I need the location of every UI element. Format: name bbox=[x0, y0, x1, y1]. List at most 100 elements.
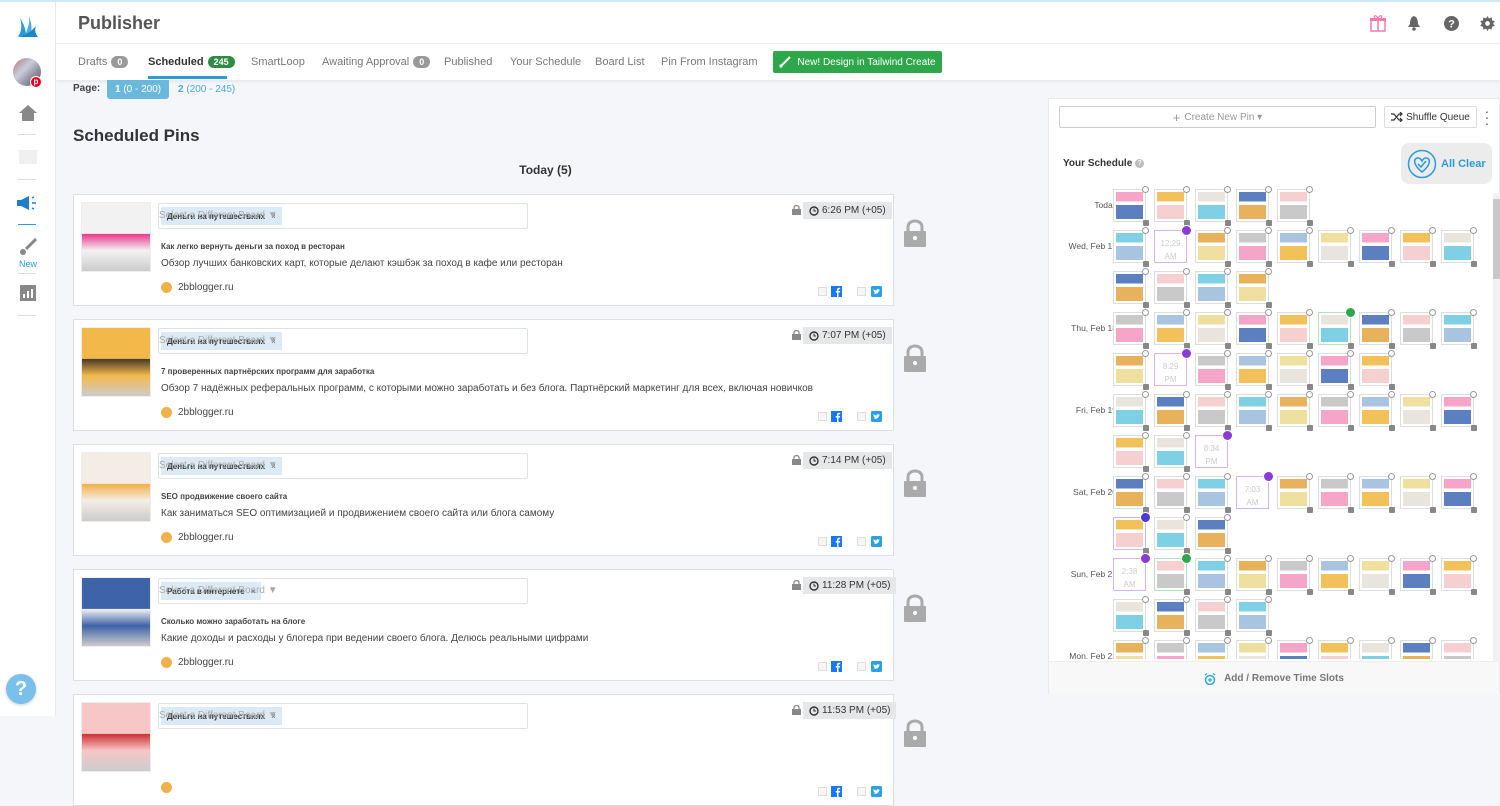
board-selector[interactable]: Деньги на путешествиях × Select a Differe… bbox=[158, 453, 528, 479]
scheduled-pin-slot[interactable] bbox=[1154, 309, 1190, 349]
remove-slot-icon[interactable] bbox=[1429, 227, 1436, 234]
remove-slot-icon[interactable] bbox=[1265, 555, 1272, 562]
remove-slot-icon[interactable] bbox=[1224, 309, 1231, 316]
brush-icon[interactable] bbox=[17, 236, 39, 258]
scheduled-pin-slot[interactable] bbox=[1236, 350, 1272, 390]
remove-slot-icon[interactable] bbox=[1470, 391, 1477, 398]
pin-source[interactable]: 2bblogger.ru bbox=[161, 657, 234, 668]
remove-slot-icon[interactable] bbox=[1142, 391, 1149, 398]
board-selector[interactable]: Работа в интернете × Select a Different B… bbox=[158, 578, 528, 604]
select-board-dropdown[interactable]: Select a Different Board ▼ bbox=[159, 335, 278, 346]
home-icon[interactable] bbox=[17, 102, 39, 124]
scheduled-pin-slot[interactable] bbox=[1236, 227, 1272, 267]
empty-time-slot[interactable]: 7:03 AM bbox=[1236, 471, 1274, 509]
remove-slot-icon[interactable] bbox=[1224, 268, 1231, 275]
scheduled-pin-slot[interactable] bbox=[1236, 596, 1272, 636]
scheduled-pin-slot[interactable] bbox=[1400, 227, 1436, 267]
scheduled-pin-slot[interactable] bbox=[1113, 512, 1151, 554]
remove-slot-icon[interactable] bbox=[1265, 596, 1272, 603]
tab-smartloop[interactable]: SmartLoop bbox=[251, 56, 305, 68]
add-remove-time-slots-button[interactable]: Add / Remove Time Slots bbox=[1049, 661, 1499, 695]
remove-slot-icon[interactable] bbox=[1306, 186, 1313, 193]
remove-slot-icon[interactable] bbox=[1142, 473, 1149, 480]
scheduled-pin-slot[interactable] bbox=[1318, 391, 1354, 431]
remove-slot-icon[interactable] bbox=[1265, 268, 1272, 275]
lock-pin-icon[interactable] bbox=[904, 719, 926, 747]
twitter-share-checkbox[interactable] bbox=[857, 787, 866, 796]
scheduled-time[interactable]: 11:53 PM (+05) bbox=[803, 702, 897, 719]
remove-slot-icon[interactable] bbox=[1347, 391, 1354, 398]
remove-slot-icon[interactable] bbox=[1183, 186, 1190, 193]
scheduled-pin-slot[interactable] bbox=[1441, 309, 1477, 349]
shuffle-queue-button[interactable]: Shuffle Queue bbox=[1384, 106, 1477, 128]
select-board-dropdown[interactable]: Select a Different Board ▼ bbox=[159, 460, 278, 471]
scheduled-time[interactable]: 7:07 PM (+05) bbox=[803, 327, 892, 344]
pin-source[interactable]: 2bblogger.ru bbox=[161, 532, 234, 543]
scheduled-pin-slot[interactable] bbox=[1441, 637, 1477, 659]
remove-slot-icon[interactable] bbox=[1388, 555, 1395, 562]
remove-slot-icon[interactable] bbox=[1429, 309, 1436, 316]
scheduled-pin-slot[interactable] bbox=[1154, 391, 1190, 431]
remove-slot-icon[interactable] bbox=[1224, 555, 1231, 562]
remove-slot-icon[interactable] bbox=[1388, 227, 1395, 234]
gift-icon[interactable] bbox=[1369, 14, 1387, 32]
bell-icon[interactable] bbox=[1405, 14, 1423, 32]
remove-slot-icon[interactable] bbox=[1142, 596, 1149, 603]
scheduled-pin-slot[interactable] bbox=[1236, 309, 1272, 349]
scheduled-pin-slot[interactable] bbox=[1113, 432, 1149, 472]
scheduled-pin-slot[interactable] bbox=[1400, 309, 1436, 349]
scheduled-time[interactable]: 11:28 PM (+05) bbox=[803, 577, 897, 594]
scheduled-pin-slot[interactable] bbox=[1195, 186, 1231, 226]
remove-slot-icon[interactable] bbox=[1429, 637, 1436, 644]
scheduled-pin-slot[interactable] bbox=[1113, 186, 1149, 226]
scheduled-pin-slot[interactable] bbox=[1154, 268, 1190, 308]
info-icon[interactable]: ? bbox=[1135, 159, 1145, 168]
remove-slot-icon[interactable] bbox=[1183, 432, 1190, 439]
empty-time-slot[interactable]: 12:29 AM bbox=[1154, 225, 1192, 263]
remove-slot-icon[interactable] bbox=[1388, 637, 1395, 644]
scheduled-pin-slot[interactable] bbox=[1113, 473, 1149, 513]
empty-time-slot[interactable]: 8:29 PM bbox=[1154, 348, 1192, 386]
tab-awaiting-approval[interactable]: Awaiting Approval 0 bbox=[322, 56, 431, 68]
scheduled-pin-slot[interactable] bbox=[1318, 555, 1354, 595]
facebook-share-checkbox[interactable] bbox=[818, 787, 827, 796]
facebook-share-checkbox[interactable] bbox=[818, 537, 827, 546]
facebook-share-checkbox[interactable] bbox=[818, 287, 827, 296]
pin-title[interactable]: Как легко вернуть деньги за поход в рест… bbox=[161, 242, 345, 251]
tab-drafts[interactable]: Drafts 0 bbox=[78, 56, 129, 68]
scheduled-pin-slot[interactable] bbox=[1113, 227, 1149, 267]
lock-pin-icon[interactable] bbox=[904, 219, 926, 247]
remove-slot-icon[interactable] bbox=[1306, 391, 1313, 398]
board-selector[interactable]: Деньги на путешествиях × Select a Differe… bbox=[158, 203, 528, 229]
remove-slot-icon[interactable] bbox=[1183, 473, 1190, 480]
remove-slot-icon[interactable] bbox=[1388, 309, 1395, 316]
scheduled-pin-slot[interactable] bbox=[1318, 473, 1354, 513]
pin-thumbnail[interactable] bbox=[81, 327, 151, 397]
remove-slot-icon[interactable] bbox=[1470, 555, 1477, 562]
scheduled-pin-slot[interactable] bbox=[1154, 473, 1190, 513]
analytics-icon[interactable] bbox=[17, 282, 39, 304]
remove-slot-icon[interactable] bbox=[1224, 391, 1231, 398]
scheduled-pin-slot[interactable] bbox=[1359, 555, 1395, 595]
scheduled-pin-slot[interactable] bbox=[1154, 186, 1190, 226]
tab-published[interactable]: Published bbox=[444, 56, 492, 68]
scheduled-pin-slot[interactable] bbox=[1400, 391, 1436, 431]
schedule-scrollbar[interactable] bbox=[1493, 193, 1500, 663]
remove-slot-icon[interactable] bbox=[1470, 227, 1477, 234]
remove-slot-icon[interactable] bbox=[1470, 473, 1477, 480]
scheduled-pin-slot[interactable] bbox=[1277, 186, 1313, 226]
scheduled-pin-slot[interactable] bbox=[1154, 596, 1190, 636]
empty-time-slot[interactable]: 2:38 AM bbox=[1113, 553, 1151, 591]
scheduled-pin-slot[interactable] bbox=[1195, 637, 1231, 659]
scheduled-pin-slot[interactable] bbox=[1318, 350, 1354, 390]
lock-pin-icon[interactable] bbox=[904, 594, 926, 622]
remove-slot-icon[interactable] bbox=[1347, 637, 1354, 644]
scheduled-pin-slot[interactable] bbox=[1277, 350, 1313, 390]
remove-slot-icon[interactable] bbox=[1388, 350, 1395, 357]
select-board-dropdown[interactable]: Select a Different Board ▼ bbox=[159, 585, 278, 596]
twitter-share-checkbox[interactable] bbox=[857, 412, 866, 421]
select-board-dropdown[interactable]: Select a Different Board ▼ bbox=[159, 210, 278, 221]
pin-description[interactable]: Обзор 7 надёжных реферальных программ, с… bbox=[161, 383, 813, 394]
scheduled-pin-slot[interactable] bbox=[1277, 637, 1313, 659]
remove-slot-icon[interactable] bbox=[1224, 473, 1231, 480]
